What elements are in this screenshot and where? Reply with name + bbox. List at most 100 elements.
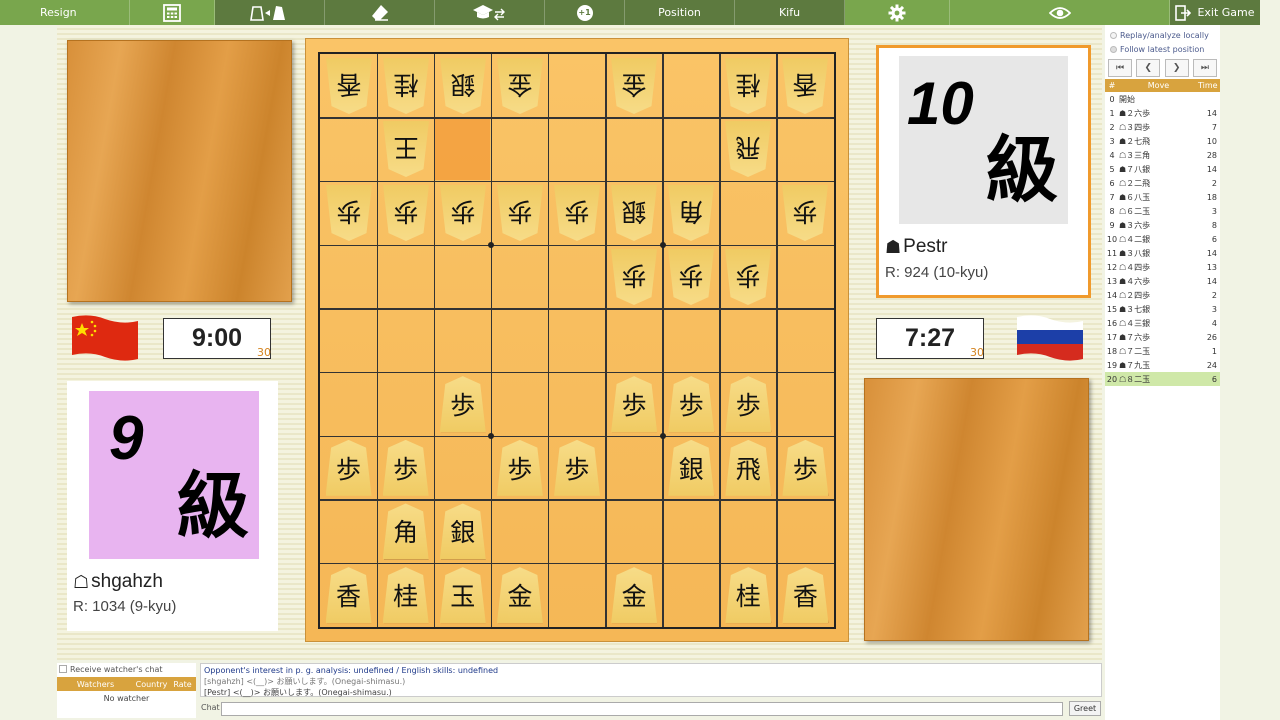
- sente-piece-stand[interactable]: [864, 378, 1089, 641]
- kifu-row[interactable]: 6 ☖２二飛 2: [1105, 176, 1220, 190]
- board-square[interactable]: [664, 119, 719, 181]
- chat-log[interactable]: Opponent's interest in p. g. analysis: u…: [200, 663, 1102, 697]
- gote-piece[interactable]: 歩: [326, 185, 372, 241]
- kifu-row[interactable]: 17 ☗７六歩 26: [1105, 330, 1220, 344]
- watcher-chat-toggle[interactable]: Receive watcher's chat: [57, 663, 196, 675]
- sente-piece[interactable]: 飛: [725, 439, 772, 496]
- board-square[interactable]: 金: [607, 55, 662, 117]
- board-square[interactable]: [549, 501, 604, 563]
- kifu-row[interactable]: 15 ☗３七銀 3: [1105, 302, 1220, 316]
- last-move-button[interactable]: ⏭: [1192, 59, 1217, 77]
- gote-piece[interactable]: 歩: [383, 185, 429, 241]
- teacher-switch-button[interactable]: [435, 0, 545, 25]
- resign-button[interactable]: Resign: [0, 0, 130, 25]
- gote-piece[interactable]: 角: [668, 185, 714, 241]
- board-square[interactable]: [549, 55, 604, 117]
- gote-piece[interactable]: 歩: [554, 185, 600, 241]
- plus-one-button[interactable]: +1: [545, 0, 625, 25]
- board-square[interactable]: 歩: [378, 437, 433, 499]
- gote-piece[interactable]: 金: [611, 58, 657, 114]
- eraser-button[interactable]: [325, 0, 435, 25]
- board-square[interactable]: 歩: [778, 437, 833, 499]
- board-square[interactable]: [721, 501, 776, 563]
- board-square[interactable]: [378, 310, 433, 372]
- board-square[interactable]: 歩: [492, 437, 547, 499]
- board-square[interactable]: 飛: [721, 437, 776, 499]
- board-square[interactable]: 歩: [607, 246, 662, 308]
- board-square[interactable]: [492, 373, 547, 435]
- gote-piece[interactable]: 歩: [725, 249, 771, 305]
- board-square[interactable]: 香: [321, 564, 376, 626]
- gote-piece[interactable]: 桂: [383, 58, 429, 114]
- sente-piece[interactable]: 歩: [611, 376, 658, 433]
- gote-piece-stand[interactable]: [67, 40, 292, 302]
- kifu-row[interactable]: 5 ☗７八銀 14: [1105, 162, 1220, 176]
- watchers-col-name[interactable]: Watchers: [57, 680, 134, 689]
- sente-piece[interactable]: 歩: [553, 439, 600, 496]
- sente-piece[interactable]: 桂: [382, 567, 429, 624]
- gote-piece[interactable]: 桂: [725, 58, 771, 114]
- gote-piece[interactable]: 歩: [497, 185, 543, 241]
- kifu-row[interactable]: 19 ☗７九玉 24: [1105, 358, 1220, 372]
- sente-piece[interactable]: 角: [382, 503, 429, 560]
- kifu-row[interactable]: 7 ☗６八玉 18: [1105, 190, 1220, 204]
- board-square[interactable]: [321, 246, 376, 308]
- watchers-col-rate[interactable]: Rate: [169, 680, 196, 689]
- board-square[interactable]: 歩: [664, 246, 719, 308]
- board-square[interactable]: [778, 501, 833, 563]
- kifu-row[interactable]: 4 ☖３三角 28: [1105, 148, 1220, 162]
- kifu-row[interactable]: 3 ☗２七飛 10: [1105, 134, 1220, 148]
- board-square[interactable]: [321, 310, 376, 372]
- watcher-chat-checkbox[interactable]: [59, 665, 67, 673]
- board-square[interactable]: [549, 310, 604, 372]
- gote-piece[interactable]: 歩: [668, 249, 714, 305]
- sente-piece[interactable]: 歩: [668, 376, 715, 433]
- board-square[interactable]: [664, 310, 719, 372]
- board-square[interactable]: [492, 246, 547, 308]
- position-button[interactable]: Position: [625, 0, 735, 25]
- board-square[interactable]: 歩: [721, 373, 776, 435]
- board-square[interactable]: [321, 119, 376, 181]
- follow-radio[interactable]: Follow latest position: [1105, 42, 1220, 56]
- settings-button[interactable]: [845, 0, 950, 25]
- board-square[interactable]: [607, 501, 662, 563]
- gote-piece[interactable]: 歩: [440, 185, 486, 241]
- chat-input[interactable]: [221, 702, 1063, 716]
- board-square[interactable]: [549, 246, 604, 308]
- flip-board-button[interactable]: [215, 0, 325, 25]
- board-square[interactable]: 歩: [778, 182, 833, 244]
- board-square[interactable]: 香: [778, 564, 833, 626]
- next-move-button[interactable]: ❯: [1164, 59, 1189, 77]
- board-square[interactable]: 歩: [321, 437, 376, 499]
- board-square[interactable]: 金: [607, 564, 662, 626]
- sente-piece[interactable]: 歩: [782, 439, 829, 496]
- board-square[interactable]: [664, 55, 719, 117]
- first-move-button[interactable]: ⏮: [1108, 59, 1132, 77]
- board-square[interactable]: 銀: [435, 55, 490, 117]
- board-square[interactable]: [778, 373, 833, 435]
- sente-piece[interactable]: 歩: [439, 376, 486, 433]
- board-square[interactable]: [664, 564, 719, 626]
- gote-piece[interactable]: 金: [497, 58, 543, 114]
- board-square[interactable]: [492, 501, 547, 563]
- board-grid[interactable]: 香桂銀金金桂香王飛歩歩歩歩歩銀角歩歩歩歩歩歩歩歩歩歩歩歩銀飛歩角銀香桂玉金金桂香: [318, 52, 836, 629]
- sente-piece[interactable]: 歩: [496, 439, 543, 496]
- kifu-row[interactable]: 18 ☖７二玉 1: [1105, 344, 1220, 358]
- replay-radio-dot[interactable]: [1110, 31, 1117, 39]
- greet-button[interactable]: Greet: [1069, 701, 1101, 716]
- sente-piece[interactable]: 香: [325, 567, 372, 624]
- board-square[interactable]: 金: [492, 564, 547, 626]
- board-square[interactable]: [321, 373, 376, 435]
- board-square[interactable]: [778, 119, 833, 181]
- board-square[interactable]: [321, 501, 376, 563]
- board-square[interactable]: [492, 310, 547, 372]
- board-square[interactable]: [549, 373, 604, 435]
- board-square[interactable]: 角: [664, 182, 719, 244]
- kifu-row[interactable]: 14 ☖２四歩 2: [1105, 288, 1220, 302]
- kifu-row[interactable]: 20 ☖８二玉 6: [1105, 372, 1220, 386]
- sente-piece[interactable]: 銀: [439, 503, 486, 560]
- board-square[interactable]: [721, 182, 776, 244]
- sente-player-name[interactable]: Pestr: [903, 236, 947, 258]
- board-square[interactable]: 桂: [378, 564, 433, 626]
- watch-visibility-button[interactable]: [950, 0, 1170, 25]
